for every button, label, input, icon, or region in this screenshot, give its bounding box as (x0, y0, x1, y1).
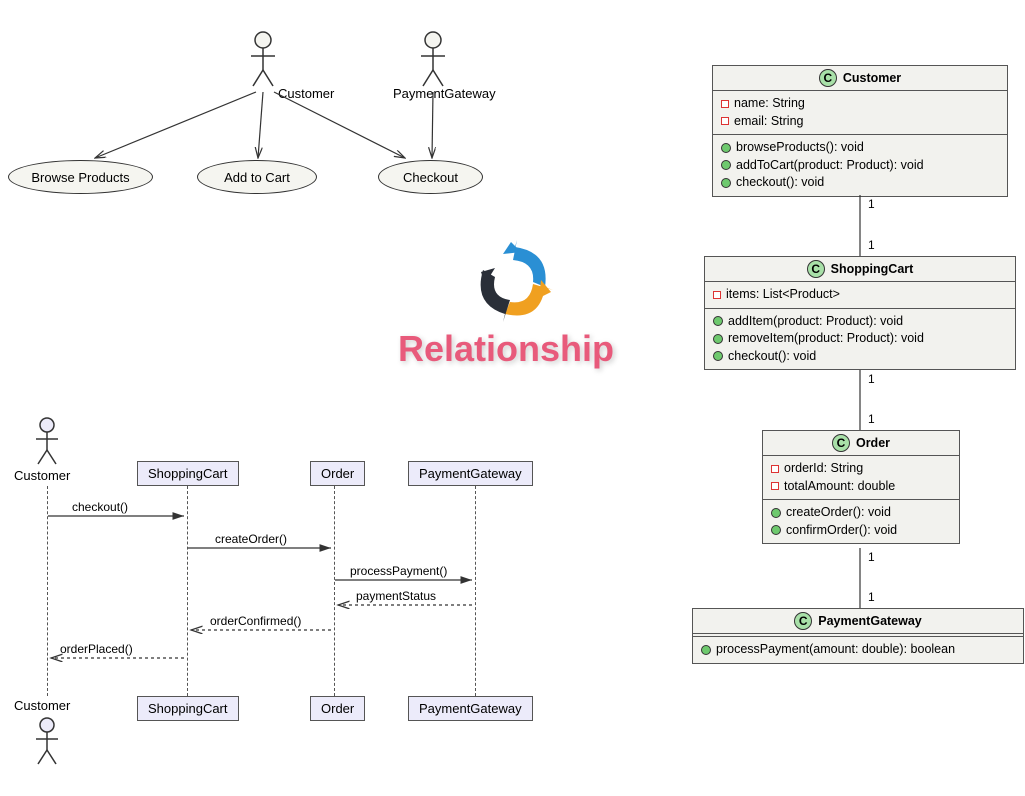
class-connectors (0, 0, 1025, 796)
mult-1c: 1 (868, 372, 875, 386)
mult-1a: 1 (868, 197, 875, 211)
mult-1d: 1 (868, 412, 875, 426)
mult-1f: 1 (868, 590, 875, 604)
mult-1e: 1 (868, 550, 875, 564)
mult-1b: 1 (868, 238, 875, 252)
